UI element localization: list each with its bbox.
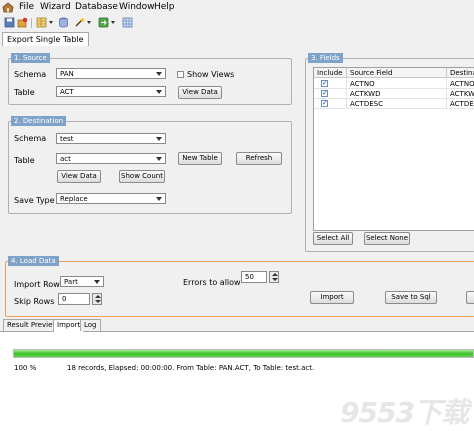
destination-group-title: 2. Destination xyxy=(11,116,67,126)
include-checkbox[interactable] xyxy=(321,79,328,88)
table-row-source-cell: ACTDESC xyxy=(347,99,447,109)
watermark-logo: 9553下载 xyxy=(340,396,469,429)
app-icon xyxy=(2,2,14,13)
import-button[interactable]: Import xyxy=(310,291,354,304)
chevron-down-icon xyxy=(156,72,162,76)
source-group: 1. Source xyxy=(8,53,292,105)
grid-icon[interactable] xyxy=(122,17,133,28)
menu-database[interactable]: Database xyxy=(75,2,118,12)
import-progress-bar xyxy=(13,349,474,358)
table-row-include-cell xyxy=(314,79,347,89)
table-row-dest-cell: ACTKWD xyxy=(447,89,474,99)
column-header-source-field[interactable]: Source Field xyxy=(347,68,447,78)
fields-table: Include Source Field Destinati ACTNO ACT… xyxy=(313,67,474,231)
table-row-dest-cell: ACTNO xyxy=(447,79,474,89)
select-all-button[interactable]: Select All xyxy=(313,232,353,245)
plugin-icon[interactable] xyxy=(17,17,28,28)
source-table-label: Table xyxy=(14,88,35,97)
save-to-sql-button[interactable]: Save to Sql xyxy=(385,291,437,304)
chevron-down-icon xyxy=(156,90,162,94)
bottom-tabstrip: Result Preview Import Log xyxy=(0,318,474,332)
export-icon[interactable] xyxy=(98,17,109,28)
menu-wizard[interactable]: Wizard xyxy=(40,2,71,12)
main-tabstrip: Export Single Table xyxy=(0,31,474,47)
import-rows-label: Import Rows xyxy=(14,280,64,289)
table-icon[interactable] xyxy=(36,17,47,28)
save-type-label: Save Type xyxy=(14,196,55,205)
import-status-message: 18 records, Elapsed: 00:00:00. From Tabl… xyxy=(67,364,315,372)
show-views-label: Show Views xyxy=(187,70,235,79)
table-row-include-cell xyxy=(314,99,347,109)
chevron-down-icon xyxy=(156,137,162,141)
fields-group-title: 3. Fields xyxy=(308,53,343,63)
chevron-down-icon xyxy=(156,197,162,201)
include-checkbox[interactable] xyxy=(321,89,328,98)
destination-view-data-button[interactable]: View Data xyxy=(57,170,101,183)
new-table-button[interactable]: New Table xyxy=(178,152,222,165)
destination-schema-select[interactable]: test xyxy=(56,133,166,144)
database-icon[interactable] xyxy=(58,17,69,28)
skip-rows-label: Skip Rows xyxy=(14,297,55,306)
load-data-group-title: 4. Load Data xyxy=(8,256,59,266)
destination-schema-label: Schema xyxy=(14,134,47,143)
wand-icon[interactable] xyxy=(74,17,85,28)
save-type-select[interactable]: Replace xyxy=(56,193,166,204)
skip-rows-spinner[interactable] xyxy=(92,293,102,305)
progress-percent: 100 % xyxy=(14,364,37,372)
import-rows-select[interactable]: Part xyxy=(60,276,104,287)
load-data-group: 4. Load Data xyxy=(5,256,474,317)
include-checkbox[interactable] xyxy=(321,99,328,108)
source-schema-select[interactable]: PAN xyxy=(56,68,166,79)
toolbar-separator xyxy=(31,18,32,28)
menu-window[interactable]: Window xyxy=(119,2,155,12)
errors-to-allow-input[interactable]: 50 xyxy=(241,271,267,283)
errors-spinner[interactable] xyxy=(269,271,279,283)
source-table-select[interactable]: ACT xyxy=(56,86,166,97)
refresh-button[interactable]: Refresh xyxy=(236,152,282,165)
toolbar xyxy=(0,15,474,32)
skip-rows-input[interactable]: 0 xyxy=(58,293,90,305)
destination-table-label: Table xyxy=(14,156,35,165)
menu-bar: File Wizard Database Window Help xyxy=(0,0,474,15)
tab-export-single-table[interactable]: Export Single Table xyxy=(2,32,89,47)
chevron-down-icon[interactable] xyxy=(87,21,91,24)
table-row-include-cell xyxy=(314,89,347,99)
show-count-button[interactable]: Show Count xyxy=(119,170,165,183)
chevron-down-icon[interactable] xyxy=(111,21,115,24)
menu-help[interactable]: Help xyxy=(154,2,175,12)
table-row-source-cell: ACTNO xyxy=(347,79,447,89)
column-header-include[interactable]: Include xyxy=(314,68,347,78)
chevron-down-icon xyxy=(156,157,162,161)
chevron-down-icon xyxy=(94,280,100,284)
destination-table-select[interactable]: act xyxy=(56,153,166,164)
save-icon[interactable] xyxy=(4,17,15,28)
source-group-title: 1. Source xyxy=(11,53,50,63)
progress-fill xyxy=(14,350,473,357)
source-view-data-button[interactable]: View Data xyxy=(178,86,222,99)
table-row-dest-cell: ACTDES xyxy=(447,99,474,109)
table-row-source-cell: ACTKWD xyxy=(347,89,447,99)
errors-to-allow-label: Errors to allow xyxy=(183,278,241,287)
tab-log[interactable]: Log xyxy=(80,319,101,331)
chevron-down-icon[interactable] xyxy=(49,21,53,24)
show-views-checkbox[interactable] xyxy=(177,71,184,78)
column-header-destination[interactable]: Destinati xyxy=(447,68,474,78)
menu-file[interactable]: File xyxy=(19,2,34,12)
source-schema-label: Schema xyxy=(14,70,47,79)
more-button[interactable] xyxy=(466,291,474,304)
select-none-button[interactable]: Select None xyxy=(364,232,410,245)
